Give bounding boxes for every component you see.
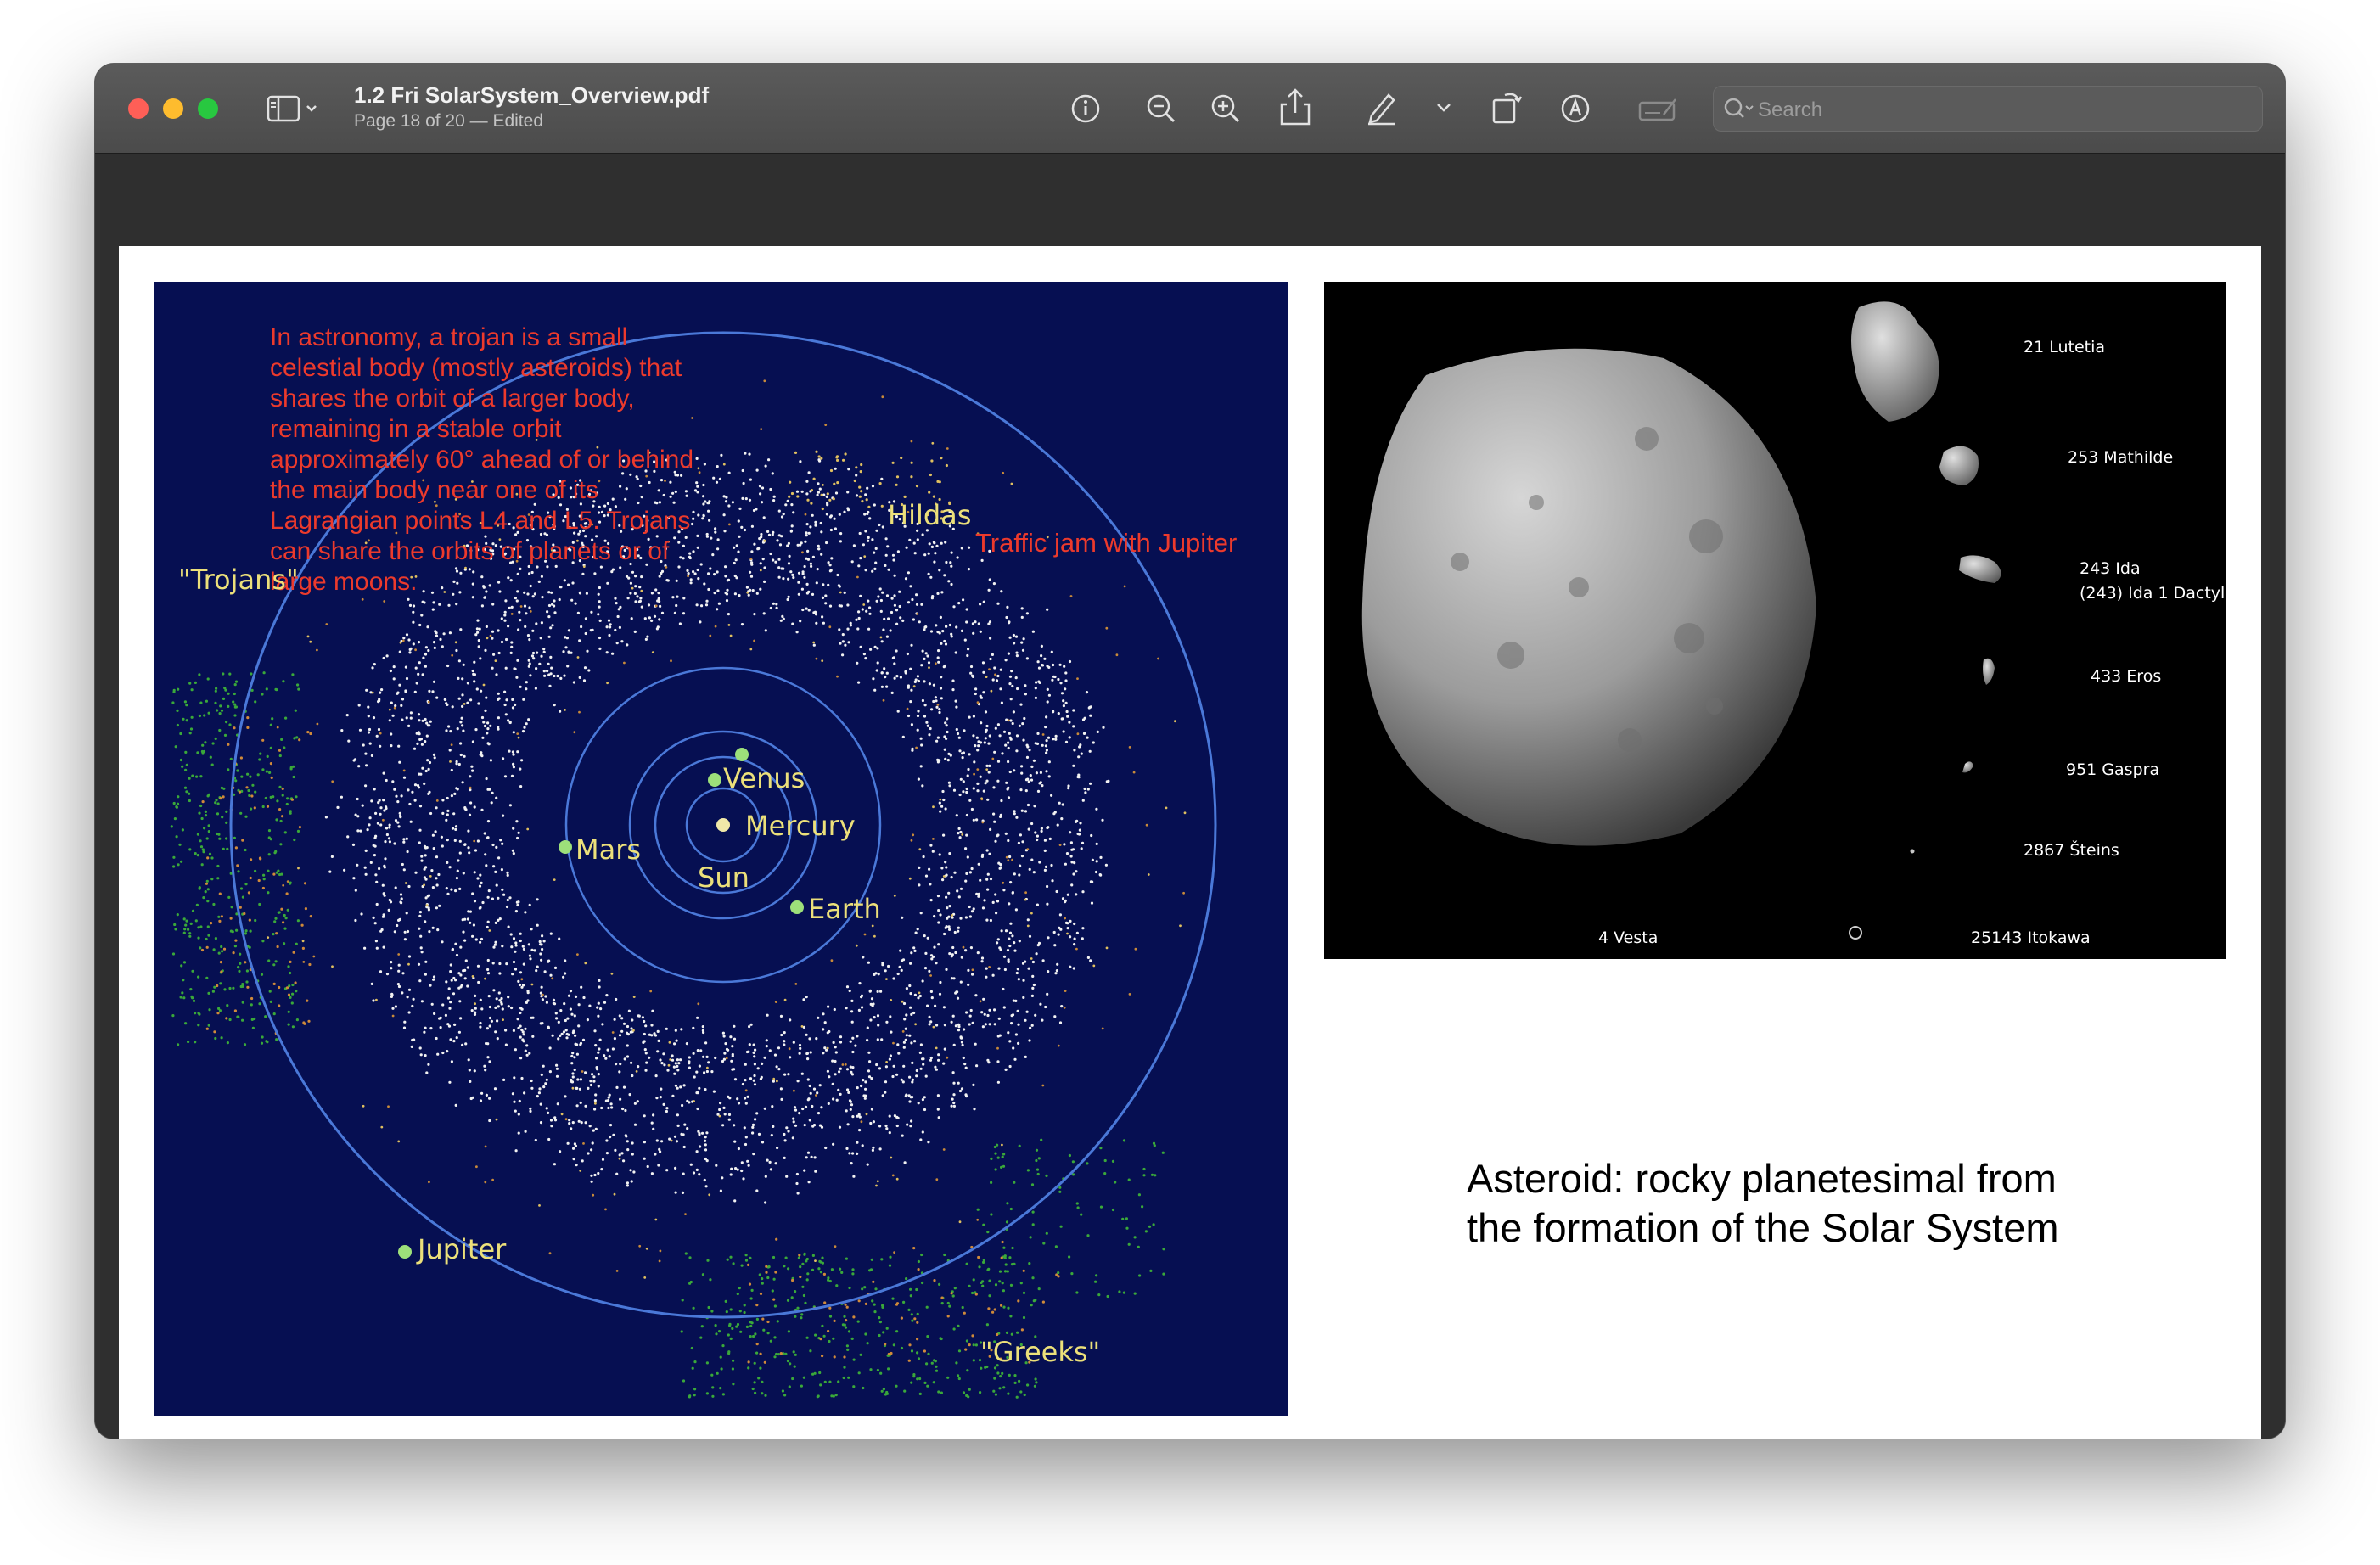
sun-marker — [716, 818, 730, 832]
title-bar: 1.2 Fri SolarSystem_Overview.pdf Page 18… — [95, 64, 2285, 154]
markup-pen-icon[interactable] — [1365, 90, 1399, 126]
mathilde-asteroid — [1939, 446, 1979, 485]
asteroid-label-itokawa: 25143 Itokawa — [1971, 928, 2091, 947]
mars-marker — [559, 840, 572, 854]
zoom-out-icon[interactable] — [1144, 92, 1178, 126]
eros-asteroid — [1983, 658, 1995, 685]
asteroid-label-eros: 433 Eros — [2091, 667, 2162, 686]
search-placeholder: Search — [1758, 98, 1823, 121]
asteroid-label-vesta: 4 Vesta — [1598, 928, 1659, 947]
minimize-window-button[interactable] — [163, 98, 183, 119]
form-fill-icon[interactable] — [1638, 96, 1679, 123]
lutetia-asteroid — [1851, 301, 1939, 422]
asteroid-label-mathilde: 253 Mathilde — [2068, 448, 2174, 467]
asteroid-belt-diagram: In astronomy, a trojan is a small celest… — [154, 282, 1288, 1416]
document-subtitle: Page 18 of 20 — Edited — [354, 111, 543, 131]
traffic-jam-label: Traffic jam with Jupiter — [975, 528, 1238, 558]
sun-label: Sun — [698, 861, 749, 894]
mercury-label: Mercury — [745, 810, 856, 842]
document-view[interactable]: In astronomy, a trojan is a small celest… — [95, 154, 2285, 1439]
earth-label: Earth — [808, 893, 881, 925]
mercury-marker — [735, 748, 749, 761]
jupiter-label: Jupiter — [418, 1233, 507, 1265]
trojans-label: "Trojans" — [178, 564, 299, 596]
asteroid-label-lutetia: 21 Lutetia — [2024, 338, 2106, 356]
trojan-definition: In astronomy, a trojan is a small celest… — [270, 323, 693, 596]
asteroid-label-gaspra: 951 Gaspra — [2066, 760, 2160, 779]
vesta-asteroid — [1361, 348, 1816, 846]
search-field[interactable]: Search — [1713, 86, 2263, 132]
markup-icon[interactable] — [1558, 92, 1592, 126]
asteroid-label-dactyl: (243) Ida 1 Dactyl — [2080, 584, 2226, 603]
rotate-icon[interactable] — [1490, 88, 1524, 126]
asteroid-label-steins: 2867 Šteins — [2024, 841, 2119, 860]
pdf-page: In astronomy, a trojan is a small celest… — [119, 246, 2261, 1439]
greeks-label: "Greeks" — [980, 1336, 1101, 1368]
asteroid-label-ida: 243 Ida — [2080, 559, 2141, 578]
document-title: 1.2 Fri SolarSystem_Overview.pdf — [354, 82, 710, 108]
ida-asteroid — [1959, 555, 2001, 583]
preview-window: 1.2 Fri SolarSystem_Overview.pdf Page 18… — [95, 64, 2285, 1439]
zoom-in-icon[interactable] — [1209, 92, 1243, 126]
venus-marker — [708, 773, 721, 787]
close-window-button[interactable] — [128, 98, 149, 119]
asteroid-caption: Asteroid: rocky planetesimal from the fo… — [1467, 1156, 2059, 1250]
itokawa-marker — [1849, 926, 1862, 940]
hildas-label: Hildas — [888, 499, 972, 531]
steins-asteroid — [1910, 849, 1915, 854]
search-icon — [1722, 96, 1756, 127]
sidebar-icon[interactable] — [267, 95, 317, 122]
earth-marker — [790, 900, 804, 914]
gaspra-asteroid — [1962, 761, 1973, 773]
fullscreen-window-button[interactable] — [198, 98, 218, 119]
share-icon[interactable] — [1278, 87, 1312, 126]
mars-label: Mars — [575, 833, 642, 866]
jupiter-marker — [398, 1245, 412, 1259]
chevron-down-icon[interactable] — [1434, 99, 1453, 116]
venus-label: Venus — [723, 762, 805, 794]
info-icon[interactable] — [1069, 92, 1103, 126]
asteroid-comparison-image: 21 Lutetia 253 Mathilde 243 Ida (243) Id… — [1324, 282, 2226, 959]
